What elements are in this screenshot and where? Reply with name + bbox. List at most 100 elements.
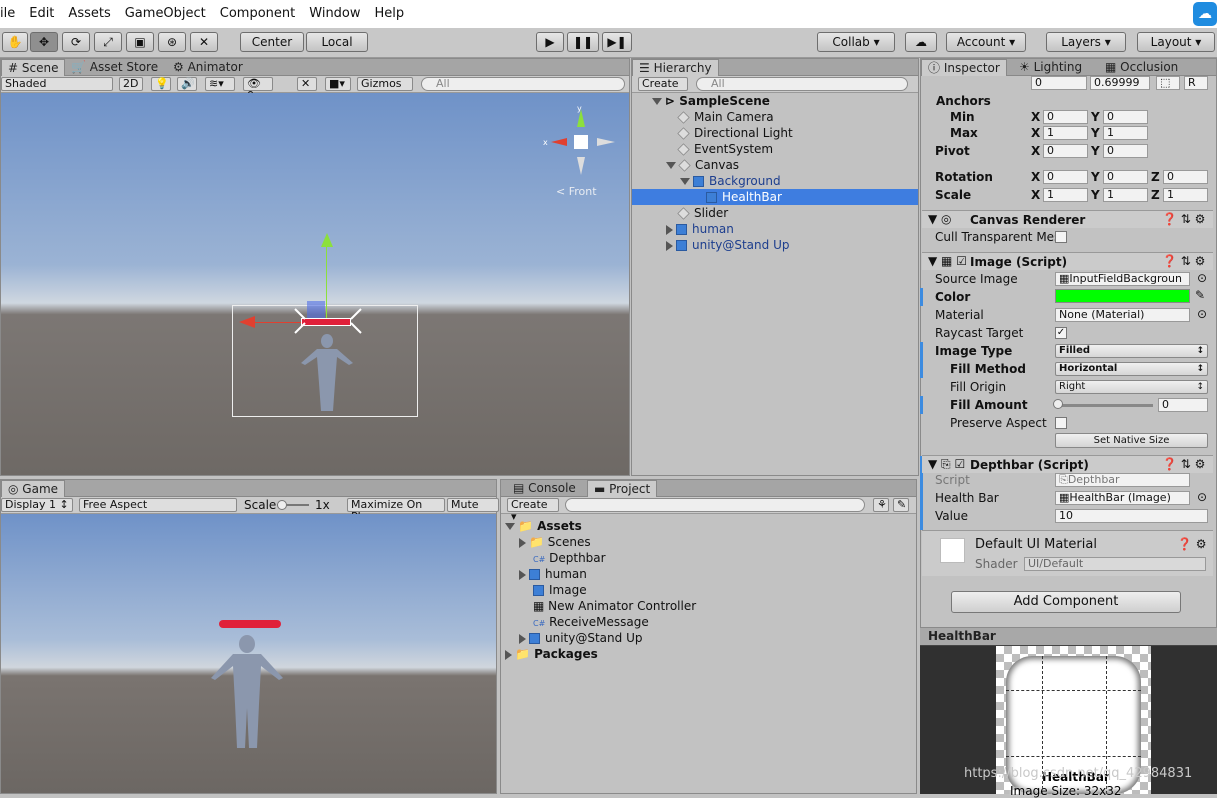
menu-assets[interactable]: Assets xyxy=(68,0,110,28)
list-item[interactable]: C# ReceiveMessage xyxy=(533,614,649,630)
image-type-select[interactable]: Filled xyxy=(1055,344,1208,358)
tab-animator[interactable]: ⚙ Animator xyxy=(167,59,249,76)
eyedropper-icon[interactable]: ✎ xyxy=(1195,288,1205,302)
scale-z-field[interactable]: 1 xyxy=(1163,188,1208,202)
menu-component[interactable]: Component xyxy=(220,0,295,28)
list-item[interactable]: unity@Stand Up xyxy=(519,630,642,646)
scene-viewport[interactable]: y x < Front xyxy=(1,93,629,475)
add-component-button[interactable]: Add Component xyxy=(951,591,1181,613)
height-field[interactable]: 0.69999 xyxy=(1090,76,1150,90)
color-swatch[interactable] xyxy=(1055,289,1190,303)
scale-tool-icon[interactable]: ⤢ xyxy=(94,32,122,52)
effects-icon[interactable]: ≋▾ xyxy=(205,77,235,91)
rotation-x-field[interactable]: 0 xyxy=(1043,170,1088,184)
slider-thumb[interactable] xyxy=(1053,399,1063,409)
fill-amount-slider[interactable] xyxy=(1057,404,1153,407)
list-item[interactable]: 📁 Scenes xyxy=(519,534,591,550)
lighting-icon[interactable]: 💡 xyxy=(151,77,171,91)
rotation-y-field[interactable]: 0 xyxy=(1103,170,1148,184)
tools-icon[interactable]: ✕ xyxy=(297,77,317,91)
scene-search-input[interactable]: All xyxy=(421,77,625,91)
min-x-field[interactable]: 0 xyxy=(1043,110,1088,124)
list-item[interactable]: Background xyxy=(680,173,781,189)
move-tool-icon[interactable]: ✥ xyxy=(30,32,58,52)
component-menu-icon[interactable]: ❓ ⇅ ⚙ xyxy=(1162,212,1205,226)
rotate-tool-icon[interactable]: ⟳ xyxy=(62,32,90,52)
menu-help[interactable]: Help xyxy=(375,0,405,28)
2d-toggle[interactable]: 2D xyxy=(119,77,143,91)
project-search-input[interactable] xyxy=(565,498,865,512)
tab-scene[interactable]: # Scene xyxy=(1,59,66,76)
rotation-z-field[interactable]: 0 xyxy=(1163,170,1208,184)
tab-inspector[interactable]: ⓘ Inspector xyxy=(921,59,1007,76)
filter-label-icon[interactable]: ✎ xyxy=(893,498,909,512)
y-arrow-icon[interactable] xyxy=(321,233,333,247)
mute-toggle[interactable]: Mute Aud xyxy=(447,498,499,512)
list-item[interactable]: Image xyxy=(533,582,587,598)
assets-folder[interactable]: 📁 Assets xyxy=(505,518,582,534)
pivot-x-field[interactable]: 0 xyxy=(1043,144,1088,158)
cloud-services-icon[interactable]: ☁ xyxy=(905,32,937,52)
custom-tool-icon[interactable]: ✕ xyxy=(190,32,218,52)
pivot-center-button[interactable]: Center xyxy=(240,32,304,52)
collab-button[interactable]: Collab ▾ xyxy=(817,32,895,52)
raycast-checkbox[interactable]: ✓ xyxy=(1055,327,1067,339)
rect-tool-icon[interactable]: ▣ xyxy=(126,32,154,52)
fill-method-select[interactable]: Horizontal xyxy=(1055,362,1208,376)
list-item[interactable]: Canvas xyxy=(666,157,739,173)
tab-lighting[interactable]: ☀ Lighting xyxy=(1013,59,1088,76)
component-menu-icon[interactable]: ❓ ⇅ ⚙ xyxy=(1162,457,1205,471)
hidden-count[interactable]: 👁 0 xyxy=(243,77,273,102)
shader-dropdown[interactable]: UI/Default xyxy=(1024,557,1206,571)
set-native-size-button[interactable]: Set Native Size xyxy=(1055,433,1208,448)
cull-checkbox[interactable] xyxy=(1055,231,1067,243)
display-dropdown[interactable]: Display 1 ↕ xyxy=(1,498,73,512)
value-field[interactable]: 10 xyxy=(1055,509,1208,523)
list-item-selected[interactable]: HealthBar xyxy=(632,189,918,205)
aspect-dropdown[interactable]: Free Aspect xyxy=(79,498,237,512)
canvas-renderer-header[interactable]: Canvas Renderer ▼ ◎ ❓ ⇅ ⚙ xyxy=(922,210,1213,228)
material-field[interactable]: None (Material) xyxy=(1055,308,1190,322)
hand-tool-icon[interactable]: ✋ xyxy=(2,32,28,52)
fill-amount-field[interactable]: 0 xyxy=(1158,398,1208,412)
blueprint-icon[interactable]: ⬚ xyxy=(1156,76,1180,90)
list-item[interactable]: human xyxy=(666,221,734,237)
game-viewport[interactable] xyxy=(1,514,496,793)
pivot-y-field[interactable]: 0 xyxy=(1103,144,1148,158)
source-image-field[interactable]: ▦InputFieldBackgroun xyxy=(1055,272,1190,286)
scene-root[interactable]: ⊳ SampleScene xyxy=(652,93,770,109)
scale-thumb[interactable] xyxy=(277,500,287,510)
depthbar-header[interactable]: ▼ ⎘ ☑ Depthbar (Script) ❓ ⇅ ⚙ xyxy=(922,455,1213,473)
list-item[interactable]: Main Camera xyxy=(677,109,774,125)
material-menu-icon[interactable]: ❓ ⚙ xyxy=(1177,537,1207,551)
orientation-gizmo-icon[interactable]: y x xyxy=(537,105,617,185)
health-bar-field[interactable]: ▦HealthBar (Image) xyxy=(1055,491,1190,505)
project-create-dropdown[interactable]: Create ▾ xyxy=(507,498,559,523)
maximize-toggle[interactable]: Maximize On Play xyxy=(347,498,445,523)
collapse-icon[interactable]: ▼ ◎ xyxy=(928,212,952,226)
list-item[interactable]: unity@Stand Up xyxy=(666,237,789,253)
account-dropdown[interactable]: Account ▾ xyxy=(946,32,1026,52)
tab-console[interactable]: ▤ Console xyxy=(507,480,582,497)
list-item[interactable]: EventSystem xyxy=(677,141,773,157)
step-icon[interactable]: ▶❚ xyxy=(602,32,632,52)
list-item[interactable]: C# Depthbar xyxy=(533,550,606,566)
packages-folder[interactable]: 📁 Packages xyxy=(505,646,598,662)
object-picker-icon[interactable]: ⊙ xyxy=(1197,307,1207,321)
audio-icon[interactable]: 🔊 xyxy=(177,77,197,91)
component-menu-icon[interactable]: ❓ ⇅ ⚙ xyxy=(1162,254,1205,268)
menu-gameobject[interactable]: GameObject xyxy=(125,0,206,28)
filter-type-icon[interactable]: ⚘ xyxy=(873,498,889,512)
cloud-icon[interactable]: ☁ xyxy=(1193,2,1217,26)
gizmos-dropdown[interactable]: Gizmos xyxy=(357,77,413,91)
hierarchy-search-input[interactable]: All xyxy=(696,77,908,91)
list-item[interactable]: Slider xyxy=(677,205,728,221)
shading-dropdown[interactable]: Shaded xyxy=(1,77,113,91)
preserve-checkbox[interactable] xyxy=(1055,417,1067,429)
layers-dropdown[interactable]: Layers ▾ xyxy=(1046,32,1126,52)
width-field[interactable]: 0 xyxy=(1031,76,1087,90)
pause-icon[interactable]: ❚❚ xyxy=(567,32,599,52)
scale-x-field[interactable]: 1 xyxy=(1043,188,1088,202)
tab-project[interactable]: ▬ Project xyxy=(587,480,658,497)
tab-occlusion[interactable]: ▦ Occlusion xyxy=(1099,59,1184,76)
